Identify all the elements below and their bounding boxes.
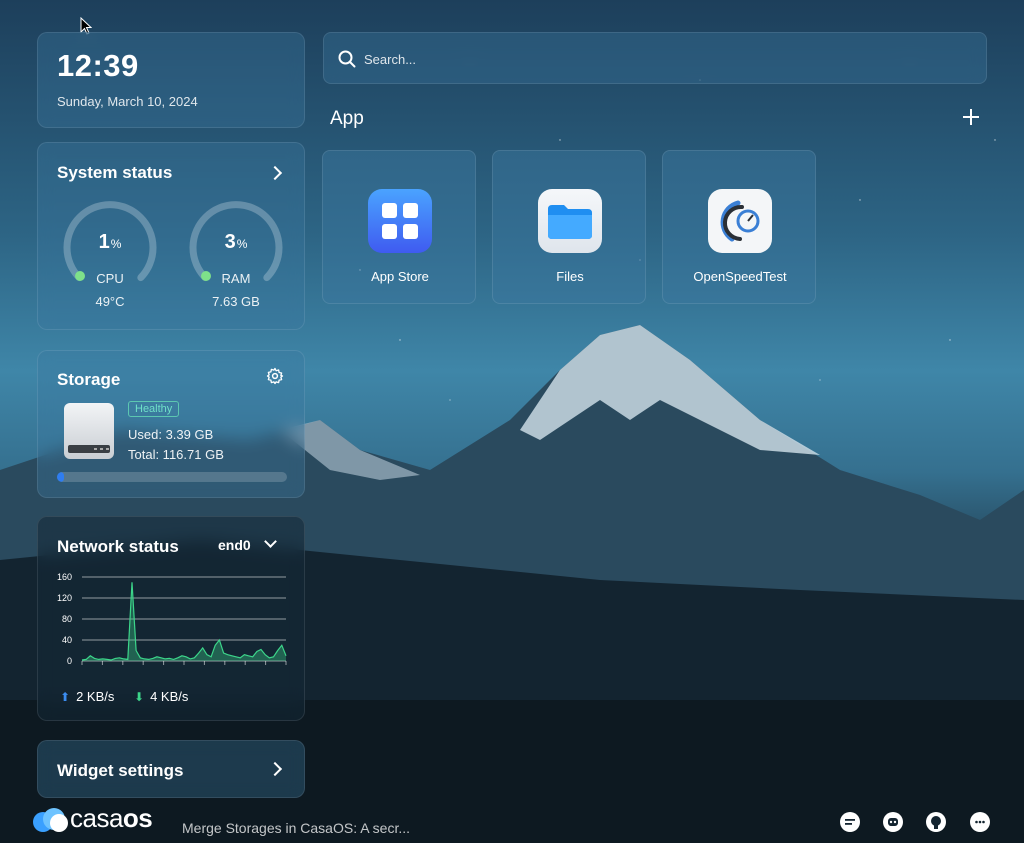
chevron-right-icon[interactable] bbox=[267, 165, 283, 181]
gear-icon[interactable] bbox=[266, 367, 284, 385]
storage-usage-fill bbox=[57, 472, 64, 482]
brand-wordmark: casaos bbox=[70, 803, 153, 833]
storage-widget[interactable]: Storage Healthy Used: 3.39 GB Total: 116… bbox=[37, 350, 305, 498]
search-bar[interactable]: Search... bbox=[323, 32, 987, 84]
search-input[interactable]: Search... bbox=[364, 52, 416, 67]
ram-percent: 3% bbox=[224, 231, 248, 253]
chart-y-tick-label: 40 bbox=[62, 635, 72, 645]
interface-selector[interactable]: end0 bbox=[218, 537, 251, 553]
storage-usage-bar bbox=[57, 472, 287, 482]
chart-series-line bbox=[81, 582, 287, 661]
discord-icon[interactable] bbox=[883, 812, 903, 832]
chart-y-tick-label: 160 bbox=[57, 572, 72, 582]
news-ticker-link[interactable]: Merge Storages in CasaOS: A secr... bbox=[182, 820, 410, 836]
cpu-percent: 1% bbox=[98, 231, 122, 253]
cpu-label: CPU bbox=[96, 271, 124, 286]
app-store-icon bbox=[368, 189, 432, 253]
upload-speed: ⬆ 2 KB/s bbox=[60, 689, 115, 704]
download-speed: ⬇ 4 KB/s bbox=[134, 689, 189, 704]
github-icon[interactable] bbox=[926, 812, 946, 832]
storage-title: Storage bbox=[57, 370, 121, 389]
widget-settings-button[interactable]: Widget settings bbox=[37, 740, 305, 798]
chart-y-tick-label: 120 bbox=[57, 593, 72, 603]
clock-date: Sunday, March 10, 2024 bbox=[57, 94, 198, 109]
ram-label: RAM bbox=[221, 271, 251, 286]
speedtest-icon bbox=[708, 189, 772, 253]
network-status-widget: Network status end0 160 120 80 40 0 ⬆ 2 KB/s … bbox=[37, 516, 305, 721]
chevron-down-icon[interactable] bbox=[264, 535, 277, 548]
network-chart: 160 120 80 40 0 bbox=[57, 572, 287, 666]
chart-y-tick-label: 80 bbox=[62, 614, 72, 624]
search-icon bbox=[338, 50, 356, 68]
apps-section-title: App bbox=[330, 108, 364, 129]
chart-series-area bbox=[82, 582, 286, 661]
app-tile-openspeedtest[interactable]: OpenSpeedTest bbox=[662, 150, 816, 304]
system-status-title: System status bbox=[57, 163, 173, 182]
folder-icon bbox=[538, 189, 602, 253]
ram-gauge: 3% RAM bbox=[188, 199, 284, 295]
system-status-widget[interactable]: System status 1% CPU 49°C 3% RAM 7.63 GB bbox=[37, 142, 305, 330]
add-app-icon[interactable] bbox=[962, 108, 980, 126]
cpu-gauge: 1% CPU bbox=[62, 199, 158, 295]
upload-arrow-icon: ⬆ bbox=[60, 690, 71, 704]
disk-icon bbox=[64, 403, 114, 459]
network-status-title: Network status bbox=[57, 537, 179, 556]
chart-y-tick-label: 0 bbox=[67, 656, 72, 666]
clock-time: 12:39 bbox=[57, 48, 139, 83]
storage-used: Used: 3.39 GB bbox=[128, 427, 214, 442]
app-tile-files[interactable]: Files bbox=[492, 150, 646, 304]
download-arrow-icon: ⬇ bbox=[134, 690, 145, 704]
storage-total: Total: 116.71 GB bbox=[128, 447, 224, 462]
chevron-right-icon[interactable] bbox=[267, 761, 283, 777]
app-name: OpenSpeedTest bbox=[693, 269, 787, 284]
status-badge: Healthy bbox=[128, 401, 180, 417]
clock-widget: 12:39 Sunday, March 10, 2024 bbox=[37, 32, 305, 128]
app-name: App Store bbox=[371, 269, 429, 284]
app-name: Files bbox=[556, 269, 584, 284]
casaos-logo-icon bbox=[33, 808, 68, 832]
ram-amount: 7.63 GB bbox=[212, 294, 260, 309]
app-tile-app-store[interactable]: App Store bbox=[322, 150, 476, 304]
chat-icon[interactable] bbox=[840, 812, 860, 832]
widget-settings-title: Widget settings bbox=[57, 761, 184, 780]
feedback-icon[interactable] bbox=[970, 812, 990, 832]
cpu-temperature: 49°C bbox=[95, 294, 125, 309]
